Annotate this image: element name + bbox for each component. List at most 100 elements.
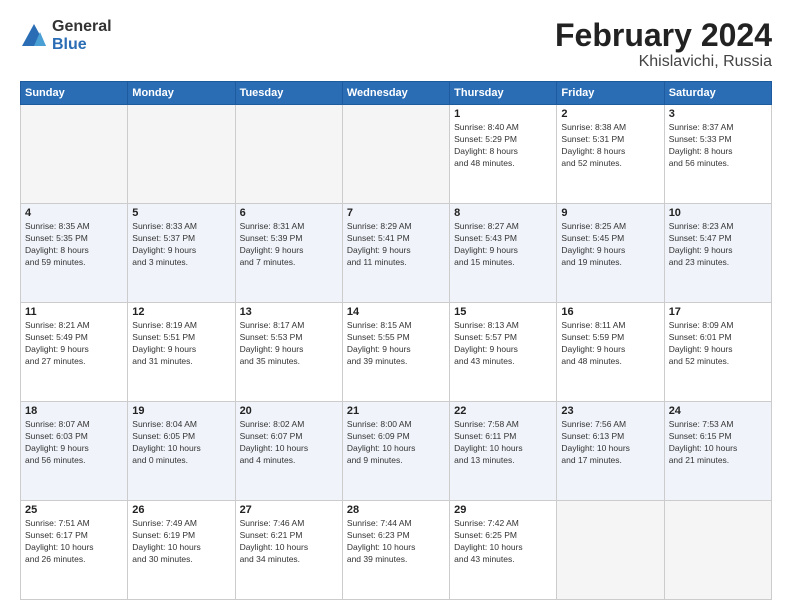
day-info: Sunrise: 8:21 AM Sunset: 5:49 PM Dayligh… <box>25 320 123 368</box>
page: General Blue February 2024 Khislavichi, … <box>0 0 792 612</box>
day-number: 16 <box>561 306 659 318</box>
table-row: 26 Sunrise: 7:49 AM Sunset: 6:19 PM Dayli… <box>128 501 235 600</box>
day-info: Sunrise: 8:27 AM Sunset: 5:43 PM Dayligh… <box>454 221 552 269</box>
day-number: 1 <box>454 108 552 120</box>
day-info: Sunrise: 8:40 AM Sunset: 5:29 PM Dayligh… <box>454 122 552 170</box>
day-number: 8 <box>454 207 552 219</box>
day-number: 18 <box>25 405 123 417</box>
table-row <box>557 501 664 600</box>
table-row: 13Sunrise: 8:17 AM Sunset: 5:53 PM Dayli… <box>235 303 342 402</box>
table-row: 29 Sunrise: 7:42 AM Sunset: 6:25 PM Dayli… <box>450 501 557 600</box>
day-number: 6 <box>240 207 338 219</box>
day-info: Sunrise: 8:38 AM Sunset: 5:31 PM Dayligh… <box>561 122 659 170</box>
day-number: 7 <box>347 207 445 219</box>
table-row <box>235 105 342 204</box>
day-number: 9 <box>561 207 659 219</box>
table-row: 7 Sunrise: 8:29 AM Sunset: 5:41 PM Daylig… <box>342 204 449 303</box>
day-info: Sunrise: 8:23 AM Sunset: 5:47 PM Dayligh… <box>669 221 767 269</box>
day-number: 24 <box>669 405 767 417</box>
table-row: 22Sunrise: 7:58 AM Sunset: 6:11 PM Dayli… <box>450 402 557 501</box>
day-info: Sunrise: 8:00 AM Sunset: 6:09 PM Dayligh… <box>347 419 445 467</box>
table-row: 27Sunrise: 7:46 AM Sunset: 6:21 PM Dayli… <box>235 501 342 600</box>
day-number: 21 <box>347 405 445 417</box>
col-sunday: Sunday <box>21 82 128 105</box>
table-row: 18 Sunrise: 8:07 AM Sunset: 6:03 PM Dayli… <box>21 402 128 501</box>
day-number: 3 <box>669 108 767 120</box>
day-number: 29 <box>454 504 552 516</box>
day-number: 19 <box>132 405 230 417</box>
day-info: Sunrise: 8:33 AM Sunset: 5:37 PM Dayligh… <box>132 221 230 269</box>
day-info: Sunrise: 7:49 AM Sunset: 6:19 PM Dayligh… <box>132 518 230 566</box>
col-monday: Monday <box>128 82 235 105</box>
day-info: Sunrise: 8:15 AM Sunset: 5:55 PM Dayligh… <box>347 320 445 368</box>
day-number: 14 <box>347 306 445 318</box>
col-thursday: Thursday <box>450 82 557 105</box>
day-info: Sunrise: 7:58 AM Sunset: 6:11 PM Dayligh… <box>454 419 552 467</box>
day-number: 2 <box>561 108 659 120</box>
day-number: 25 <box>25 504 123 516</box>
calendar-week-row: 25 Sunrise: 7:51 AM Sunset: 6:17 PM Dayli… <box>21 501 772 600</box>
table-row <box>128 105 235 204</box>
day-info: Sunrise: 8:29 AM Sunset: 5:41 PM Dayligh… <box>347 221 445 269</box>
table-row: 5 Sunrise: 8:33 AM Sunset: 5:37 PM Daylig… <box>128 204 235 303</box>
day-info: Sunrise: 8:07 AM Sunset: 6:03 PM Dayligh… <box>25 419 123 467</box>
day-info: Sunrise: 7:51 AM Sunset: 6:17 PM Dayligh… <box>25 518 123 566</box>
table-row: 9 Sunrise: 8:25 AM Sunset: 5:45 PM Daylig… <box>557 204 664 303</box>
table-row: 17Sunrise: 8:09 AM Sunset: 6:01 PM Dayli… <box>664 303 771 402</box>
logo-text: General Blue <box>52 18 112 53</box>
calendar-week-row: 11Sunrise: 8:21 AM Sunset: 5:49 PM Dayli… <box>21 303 772 402</box>
calendar-week-row: 18 Sunrise: 8:07 AM Sunset: 6:03 PM Dayli… <box>21 402 772 501</box>
day-info: Sunrise: 8:02 AM Sunset: 6:07 PM Dayligh… <box>240 419 338 467</box>
table-row: 14 Sunrise: 8:15 AM Sunset: 5:55 PM Dayli… <box>342 303 449 402</box>
day-info: Sunrise: 7:56 AM Sunset: 6:13 PM Dayligh… <box>561 419 659 467</box>
day-number: 20 <box>240 405 338 417</box>
day-number: 10 <box>669 207 767 219</box>
col-tuesday: Tuesday <box>235 82 342 105</box>
table-row: 4Sunrise: 8:35 AM Sunset: 5:35 PM Daylig… <box>21 204 128 303</box>
table-row: 23Sunrise: 7:56 AM Sunset: 6:13 PM Dayli… <box>557 402 664 501</box>
table-row <box>664 501 771 600</box>
table-row: 21 Sunrise: 8:00 AM Sunset: 6:09 PM Dayli… <box>342 402 449 501</box>
day-info: Sunrise: 8:17 AM Sunset: 5:53 PM Dayligh… <box>240 320 338 368</box>
table-row: 1 Sunrise: 8:40 AM Sunset: 5:29 PM Daylig… <box>450 105 557 204</box>
logo-icon <box>20 22 48 50</box>
col-wednesday: Wednesday <box>342 82 449 105</box>
table-row: 12 Sunrise: 8:19 AM Sunset: 5:51 PM Dayli… <box>128 303 235 402</box>
day-info: Sunrise: 8:09 AM Sunset: 6:01 PM Dayligh… <box>669 320 767 368</box>
day-number: 5 <box>132 207 230 219</box>
col-friday: Friday <box>557 82 664 105</box>
table-row: 2 Sunrise: 8:38 AM Sunset: 5:31 PM Daylig… <box>557 105 664 204</box>
table-row: 24Sunrise: 7:53 AM Sunset: 6:15 PM Dayli… <box>664 402 771 501</box>
logo-blue: Blue <box>52 36 112 54</box>
calendar-week-row: 4Sunrise: 8:35 AM Sunset: 5:35 PM Daylig… <box>21 204 772 303</box>
day-info: Sunrise: 8:11 AM Sunset: 5:59 PM Dayligh… <box>561 320 659 368</box>
day-info: Sunrise: 8:04 AM Sunset: 6:05 PM Dayligh… <box>132 419 230 467</box>
day-info: Sunrise: 7:42 AM Sunset: 6:25 PM Dayligh… <box>454 518 552 566</box>
day-info: Sunrise: 8:31 AM Sunset: 5:39 PM Dayligh… <box>240 221 338 269</box>
day-number: 15 <box>454 306 552 318</box>
day-info: Sunrise: 8:37 AM Sunset: 5:33 PM Dayligh… <box>669 122 767 170</box>
day-number: 4 <box>25 207 123 219</box>
day-number: 26 <box>132 504 230 516</box>
logo-general: General <box>52 18 112 36</box>
table-row: 6 Sunrise: 8:31 AM Sunset: 5:39 PM Daylig… <box>235 204 342 303</box>
day-info: Sunrise: 8:19 AM Sunset: 5:51 PM Dayligh… <box>132 320 230 368</box>
table-row: 25 Sunrise: 7:51 AM Sunset: 6:17 PM Dayli… <box>21 501 128 600</box>
day-info: Sunrise: 8:25 AM Sunset: 5:45 PM Dayligh… <box>561 221 659 269</box>
table-row: 19 Sunrise: 8:04 AM Sunset: 6:05 PM Dayli… <box>128 402 235 501</box>
table-row: 20 Sunrise: 8:02 AM Sunset: 6:07 PM Dayli… <box>235 402 342 501</box>
table-row: 15Sunrise: 8:13 AM Sunset: 5:57 PM Dayli… <box>450 303 557 402</box>
title-block: February 2024 Khislavichi, Russia <box>555 18 772 71</box>
col-saturday: Saturday <box>664 82 771 105</box>
table-row: 16 Sunrise: 8:11 AM Sunset: 5:59 PM Dayli… <box>557 303 664 402</box>
table-row: 10 Sunrise: 8:23 AM Sunset: 5:47 PM Dayli… <box>664 204 771 303</box>
table-row: 11Sunrise: 8:21 AM Sunset: 5:49 PM Dayli… <box>21 303 128 402</box>
table-row <box>21 105 128 204</box>
logo: General Blue <box>20 18 112 53</box>
calendar-week-row: 1 Sunrise: 8:40 AM Sunset: 5:29 PM Daylig… <box>21 105 772 204</box>
calendar-header-row: Sunday Monday Tuesday Wednesday Thursday… <box>21 82 772 105</box>
day-number: 27 <box>240 504 338 516</box>
day-number: 12 <box>132 306 230 318</box>
day-number: 28 <box>347 504 445 516</box>
table-row <box>342 105 449 204</box>
